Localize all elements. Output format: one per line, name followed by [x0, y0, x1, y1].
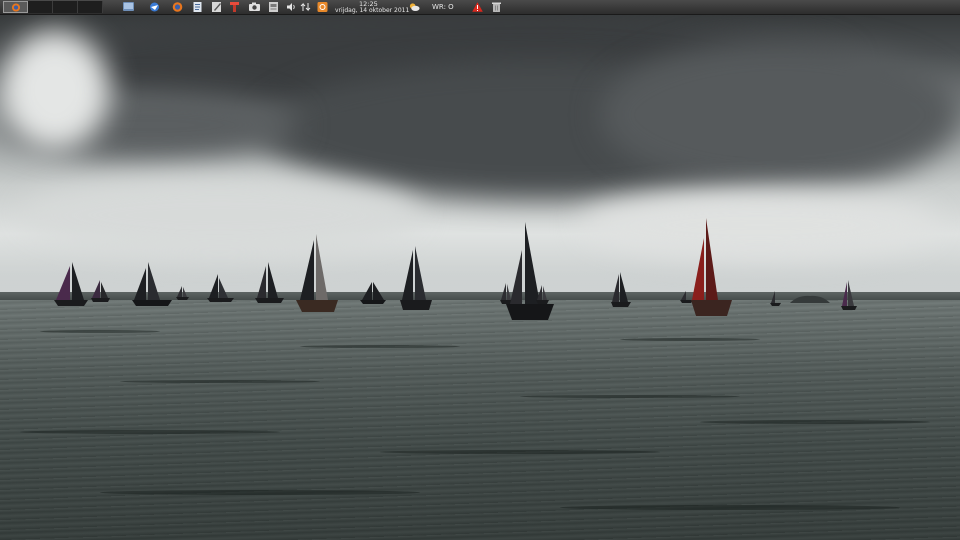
wave [560, 505, 900, 510]
workspace-1[interactable] [3, 1, 28, 13]
warning-icon[interactable] [472, 2, 483, 12]
sailboat-red-sails [691, 218, 732, 316]
wave [120, 380, 320, 383]
tools-launcher-icon[interactable] [229, 2, 240, 12]
workspace-2[interactable] [28, 1, 53, 13]
light-cloud [20, 175, 420, 255]
wave [620, 338, 760, 341]
document-viewer-launcher-icon[interactable] [268, 2, 279, 12]
firefox-launcher-icon[interactable] [172, 2, 183, 12]
trash-icon[interactable] [491, 2, 502, 12]
sailboat [207, 274, 234, 302]
firefox-window-icon [11, 3, 21, 12]
clock-date[interactable]: vrijdag, 14 oktober 2011 [335, 7, 409, 14]
workspace-pager [3, 1, 103, 13]
wave [700, 420, 930, 424]
sailboat [255, 262, 284, 303]
sailboat [176, 286, 189, 300]
weather-partly-cloudy-icon[interactable] [409, 2, 420, 12]
wave [100, 490, 420, 495]
notes-launcher-icon[interactable] [211, 2, 222, 12]
thunderbird-launcher-icon[interactable] [149, 2, 160, 12]
light-cloud [0, 30, 110, 150]
distant-island [790, 295, 830, 303]
sailboat [296, 234, 338, 312]
light-cloud [580, 190, 940, 260]
weather-text[interactable]: WR: O [432, 3, 454, 11]
sailboat [132, 262, 172, 306]
text-editor-launcher-icon[interactable] [192, 2, 203, 12]
wave [40, 330, 160, 333]
top-panel: 12:25 vrijdag, 14 oktober 2011 WR: O [0, 0, 960, 15]
wave [20, 430, 280, 434]
workspace-4[interactable] [78, 1, 103, 13]
sailboat [54, 262, 88, 306]
desktop-launcher-icon[interactable] [123, 2, 134, 12]
storm-cloud [600, 40, 960, 190]
screenshot-launcher-icon[interactable] [249, 2, 260, 12]
wave [300, 345, 460, 348]
sailboat [611, 272, 631, 307]
sailboat [506, 222, 554, 320]
sailboat [400, 246, 432, 310]
wave [520, 395, 740, 398]
sailboat [770, 291, 781, 306]
sailboat [91, 280, 110, 302]
network-updown-icon[interactable] [300, 2, 311, 12]
lake-water [0, 300, 960, 540]
updates-icon[interactable] [317, 2, 328, 12]
sailboat [360, 282, 386, 304]
speaker-icon[interactable] [286, 2, 297, 12]
desktop-wallpaper [0, 0, 960, 540]
sailboat [841, 280, 857, 310]
workspace-3[interactable] [53, 1, 78, 13]
wave [380, 450, 660, 454]
sailboat [536, 285, 549, 304]
